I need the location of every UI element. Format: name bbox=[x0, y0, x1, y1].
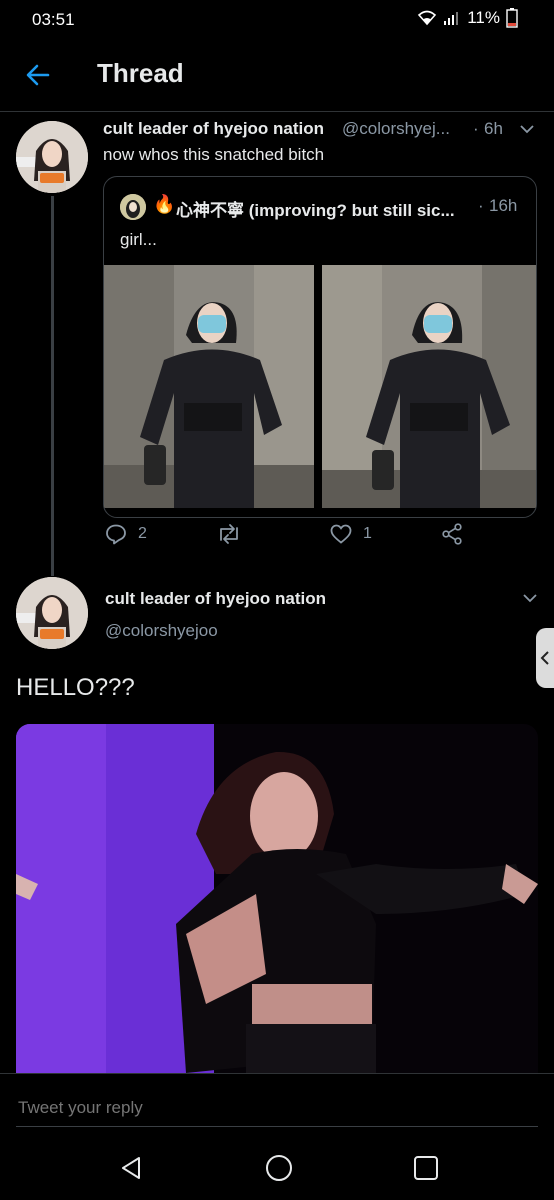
chevron-down-icon bbox=[520, 125, 534, 134]
side-panel-handle[interactable] bbox=[536, 628, 554, 688]
like-icon bbox=[330, 524, 352, 544]
reply-divider bbox=[0, 1073, 554, 1074]
avatar[interactable] bbox=[16, 577, 88, 649]
tweet-time: 6h bbox=[484, 119, 503, 138]
share-icon bbox=[442, 523, 462, 545]
back-button[interactable] bbox=[22, 60, 54, 90]
status-time: 03:51 bbox=[32, 10, 75, 29]
tweet-author-name[interactable]: cult leader of hyejoo nation bbox=[105, 589, 326, 609]
fire-emoji: 🔥 bbox=[153, 194, 176, 214]
tweet-author-name[interactable]: cult leader of hyejoo nation bbox=[103, 119, 324, 139]
like-action[interactable]: 1 bbox=[329, 522, 372, 546]
retweet-action[interactable] bbox=[216, 522, 252, 546]
nav-back-button[interactable] bbox=[112, 1148, 152, 1188]
tweet-author-handle[interactable]: @colorshyej... bbox=[342, 119, 450, 139]
chevron-left-icon bbox=[540, 651, 549, 665]
quoted-text: girl... bbox=[120, 230, 157, 249]
tweet-separator: · bbox=[473, 119, 479, 138]
photo-image bbox=[104, 265, 314, 508]
reply-action[interactable]: 2 bbox=[104, 522, 147, 546]
nav-home-button[interactable] bbox=[259, 1148, 299, 1188]
media-photo-left[interactable] bbox=[104, 265, 314, 508]
recents-nav-icon bbox=[414, 1156, 438, 1180]
battery-percent: 11% bbox=[467, 8, 500, 27]
quoted-tweet-card[interactable]: 🔥 心神不寧 (improving? but still sic... · 16… bbox=[103, 176, 537, 518]
reply-underline bbox=[16, 1126, 538, 1127]
tweet-text: now whos this snatched bitch bbox=[103, 145, 325, 164]
wifi-icon bbox=[418, 10, 437, 26]
avatar-photo bbox=[16, 577, 88, 649]
quoted-separator: · bbox=[478, 196, 484, 215]
retweet-icon bbox=[220, 524, 238, 544]
reply-icon bbox=[106, 524, 126, 545]
quoted-time: 16h bbox=[489, 196, 518, 215]
reply-input[interactable] bbox=[16, 1093, 542, 1123]
avatar-photo bbox=[16, 121, 88, 193]
back-nav-icon bbox=[122, 1157, 140, 1179]
quoted-author-name[interactable]: 心神不寧 (improving? but still sic... bbox=[176, 196, 455, 221]
header-divider bbox=[0, 111, 554, 112]
battery-icon bbox=[506, 8, 518, 28]
page-title: Thread bbox=[97, 58, 184, 88]
media-photo-right[interactable] bbox=[322, 265, 536, 508]
tweet-media-video[interactable] bbox=[16, 724, 538, 1073]
chevron-down-icon bbox=[523, 594, 537, 603]
tweet-author-handle[interactable]: @colorshyejoo bbox=[105, 621, 218, 641]
status-icons: 11% bbox=[417, 8, 518, 28]
reply-count: 2 bbox=[138, 525, 147, 542]
quoted-avatar[interactable] bbox=[120, 194, 146, 220]
nav-recents-button[interactable] bbox=[406, 1148, 446, 1188]
like-count: 1 bbox=[363, 525, 372, 542]
tweet-text: HELLO??? bbox=[16, 674, 135, 701]
media-divider bbox=[314, 265, 322, 508]
back-arrow-icon bbox=[26, 64, 50, 86]
tweet-menu-button[interactable] bbox=[520, 590, 540, 606]
media-image bbox=[16, 724, 538, 1073]
signal-icon bbox=[444, 12, 459, 25]
avatar[interactable] bbox=[16, 121, 88, 193]
share-action[interactable] bbox=[440, 522, 464, 546]
home-nav-icon bbox=[266, 1155, 292, 1181]
photo-image bbox=[322, 265, 536, 508]
quoted-avatar-image bbox=[120, 194, 146, 220]
tweet-menu-button[interactable] bbox=[517, 121, 537, 137]
thread-connector-line bbox=[51, 196, 54, 576]
